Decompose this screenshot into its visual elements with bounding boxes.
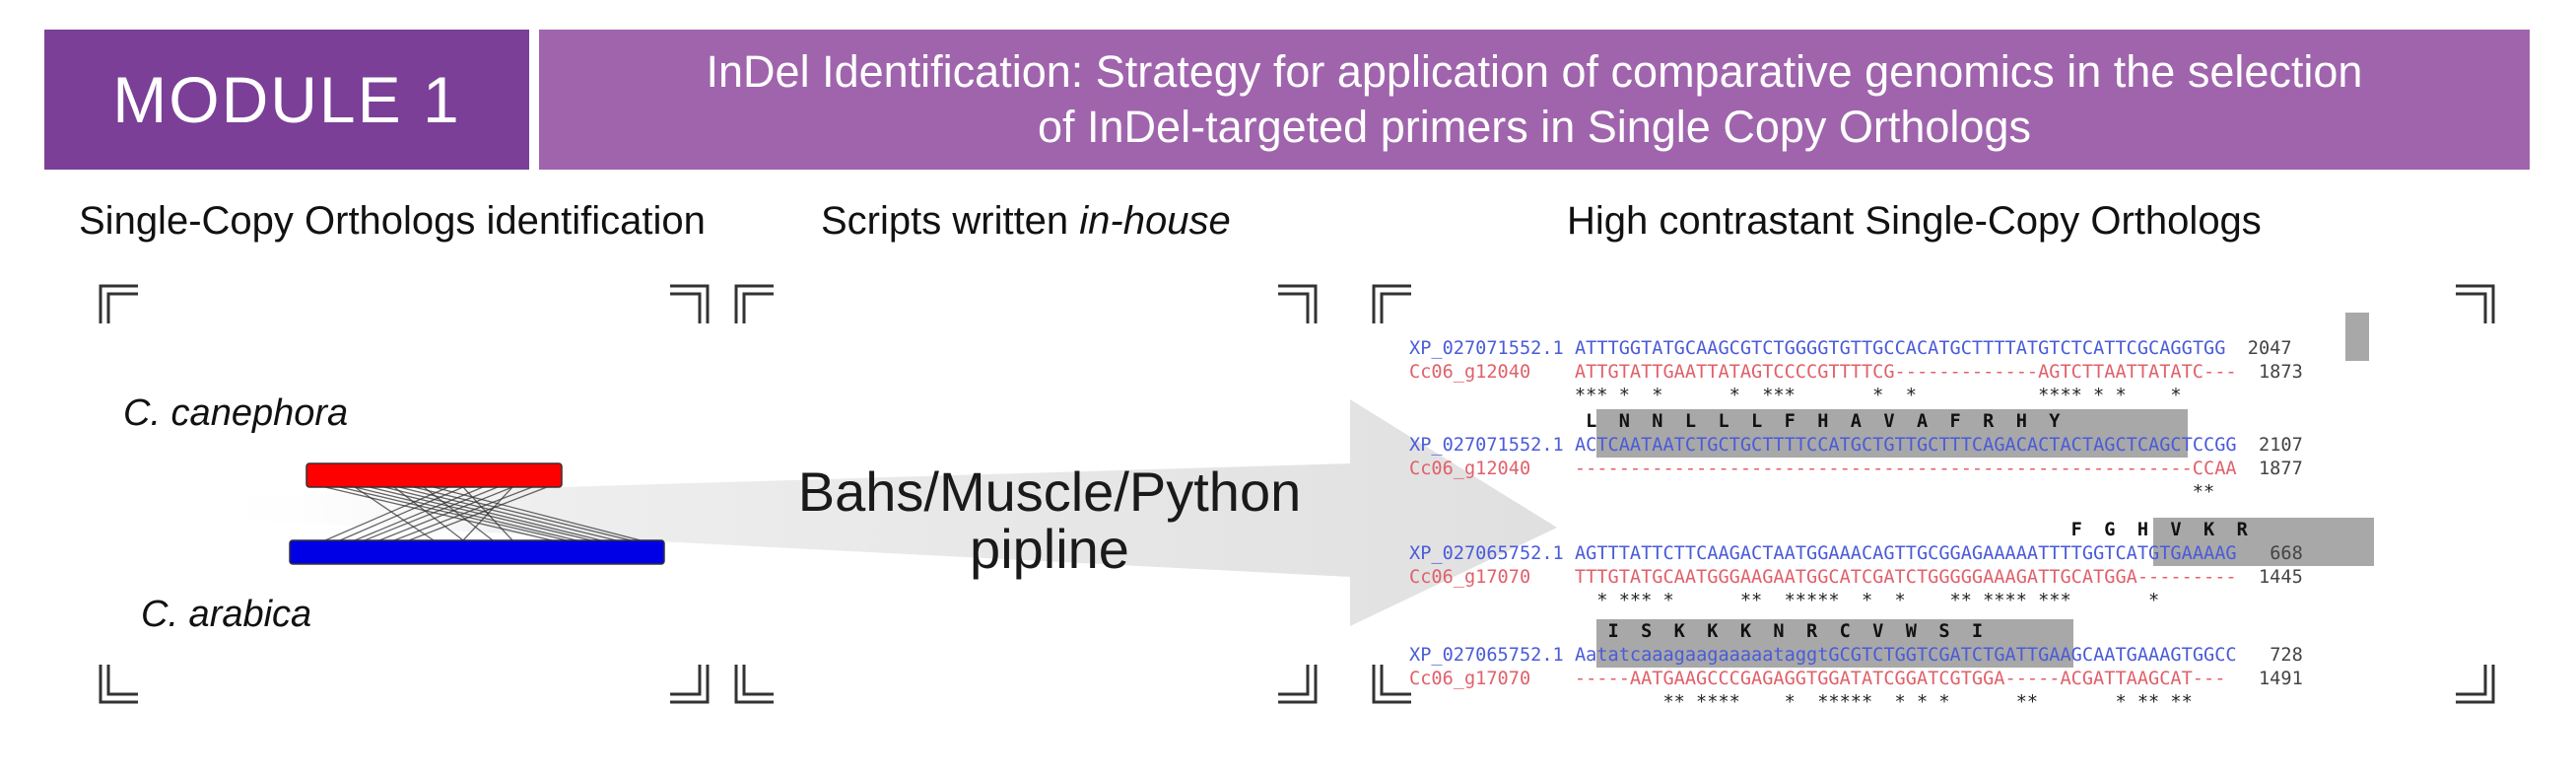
sequence-id: Cc06_g17070 <box>1409 669 1531 689</box>
alignment-block: L N N L L L F H A V A F R H Y XP_0270715… <box>1409 387 2303 505</box>
sequence-id: XP_027071552.1 <box>1409 338 1564 359</box>
sequence-row: TTTGTATGCAATGGGAAGAATGGCATCGATCTGGGGGAAA… <box>1574 567 2237 588</box>
sequence-id: Cc06_g17070 <box>1409 567 1531 588</box>
sequence-row: ACTCAATAATCTGCTGCTTTTCCATGCTGTTGCTTTCAGA… <box>1574 435 2237 456</box>
sequence-row: AGTTTATTCTTCAAGACTAATGGAAACAGTTGCGGAGAAA… <box>1574 543 2237 564</box>
amino-acid-row: I S K K K N R C V W S I <box>1574 621 1984 642</box>
alignment-highlight <box>2345 313 2369 361</box>
sequence-id: Cc06_g12040 <box>1409 362 1531 383</box>
sequence-end-position: 1877 <box>2258 459 2303 479</box>
sequence-row: -----AATGAAGCCCGAGAGGTGGATATCGGATCGTGGA-… <box>1574 669 2226 689</box>
canephora-chromosome-bar <box>305 462 563 488</box>
synteny-link <box>354 486 435 541</box>
sequence-end-position: 1491 <box>2258 669 2303 689</box>
sequence-id: Cc06_g12040 <box>1409 459 1531 479</box>
sequence-id: XP_027071552.1 <box>1409 435 1564 456</box>
pipeline-label-line2: pipline <box>970 518 1129 580</box>
sequence-row: ----------------------------------------… <box>1574 459 2237 479</box>
amino-acid-row: L N N L L L F H A V A F R H Y <box>1574 411 2061 432</box>
sequence-row: ATTTGGTATGCAAGCGTCTGGGGTGTTGCCACATGCTTTT… <box>1574 338 2226 359</box>
sequence-row: AatatcaaagaagaaaaataggtGCGTCTGGTCGATCTGA… <box>1574 645 2237 666</box>
pipeline-label: Bahs/Muscle/Python pipline <box>729 463 1370 578</box>
sequence-end-position: 668 <box>2270 543 2303 564</box>
synteny-links <box>324 486 642 541</box>
pipeline-label-line1: Bahs/Muscle/Python <box>797 460 1302 523</box>
arabica-chromosome-bar <box>289 539 665 565</box>
alignment-block: F G H V K R XP_027065752.1 AGTTTATTCTTCA… <box>1409 495 2303 613</box>
sequence-end-position: 1445 <box>2258 567 2303 588</box>
sequence-end-position: 728 <box>2270 645 2303 666</box>
sequence-end-position: 2107 <box>2259 435 2303 456</box>
sequence-end-position: 2047 <box>2247 338 2292 359</box>
amino-acid-row: F G H V K R <box>1574 520 2248 540</box>
sequence-end-position: 1873 <box>2258 362 2303 383</box>
sequence-id: XP_027065752.1 <box>1409 543 1564 564</box>
sequence-id: XP_027065752.1 <box>1409 645 1564 666</box>
alignment-block: I S K K K N R C V W S I XP_027065752.1 A… <box>1409 597 2303 715</box>
sequence-row: ATTGTATTGAATTATAGTCCCCGTTTTCG-----------… <box>1574 362 2237 383</box>
conservation-row: ** **** * ***** * * * ** * ** ** <box>1574 692 2193 713</box>
